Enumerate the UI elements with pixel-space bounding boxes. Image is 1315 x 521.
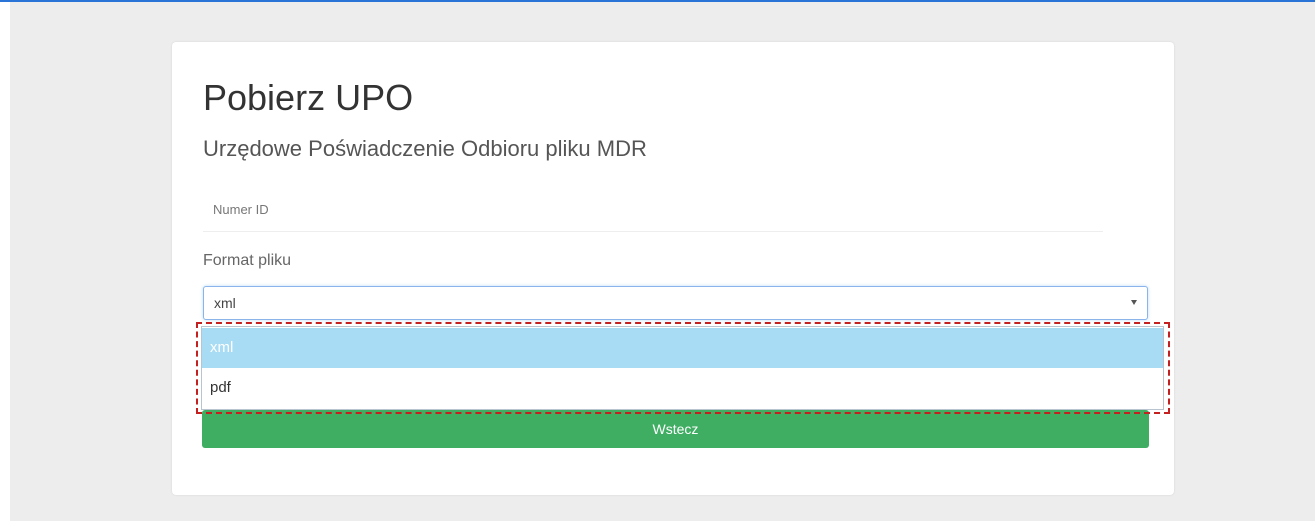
left-strip <box>0 2 10 521</box>
dropdown-option-xml[interactable]: xml <box>202 328 1163 368</box>
format-label: Format pliku <box>203 252 292 269</box>
page-subtitle: Urzędowe Poświadczenie Odbioru pliku MDR <box>203 136 647 161</box>
form-card: Pobierz UPO Urzędowe Poświadczenie Odbio… <box>172 42 1174 495</box>
page-title: Pobierz UPO <box>203 77 414 118</box>
format-select-value: xml <box>214 295 236 311</box>
format-select[interactable]: xml <box>203 286 1148 320</box>
back-button[interactable]: Wstecz <box>202 410 1149 448</box>
chevron-down-icon <box>1131 300 1137 305</box>
format-dropdown-list: xml pdf <box>201 326 1164 410</box>
top-rule <box>0 0 1315 2</box>
dropdown-option-pdf[interactable]: pdf <box>202 368 1163 408</box>
id-number-input[interactable] <box>203 188 1103 232</box>
